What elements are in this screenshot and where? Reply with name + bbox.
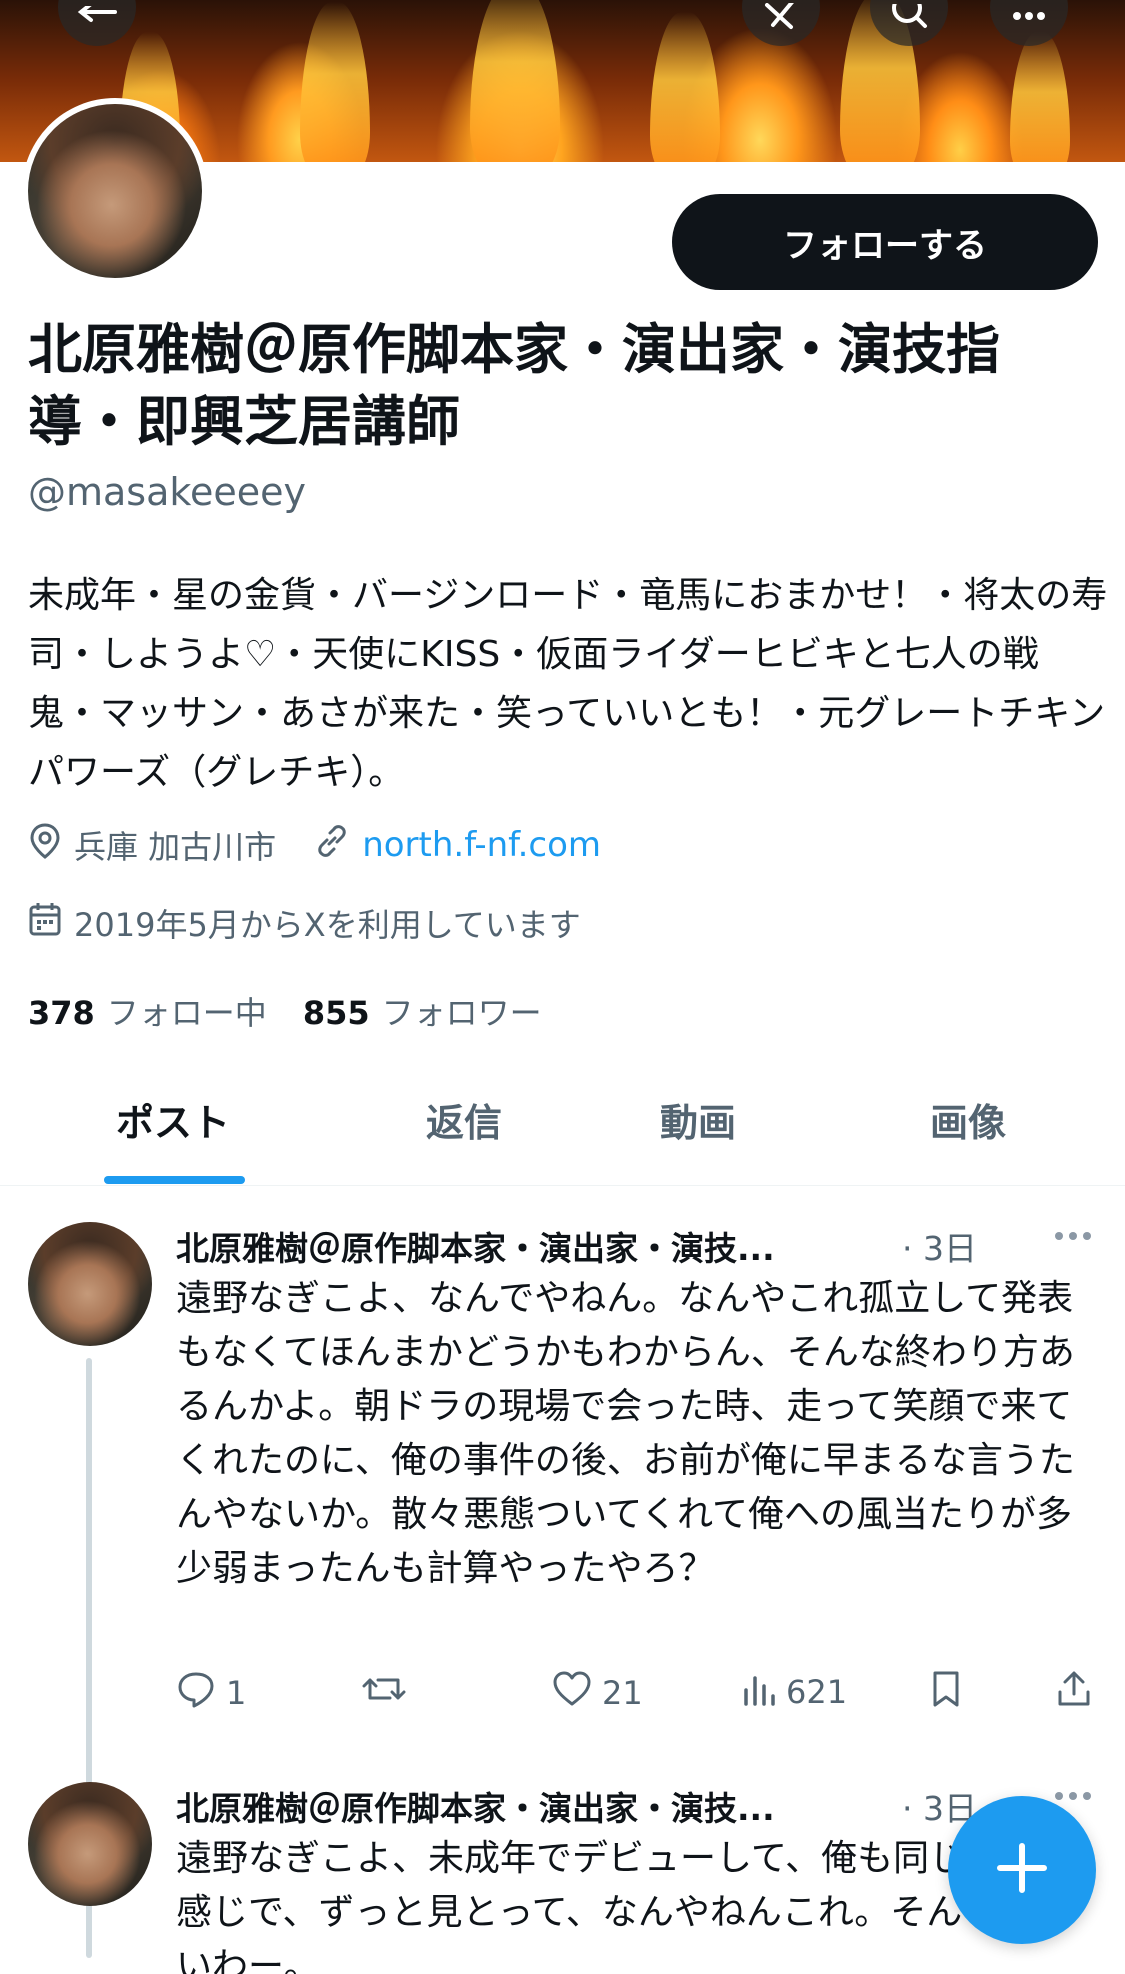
joined-text: 2019年5月からXを利用しています [74,906,581,944]
compose-plus-icon [994,1840,1050,1900]
website-link[interactable]: north.f-nf.com [362,825,601,865]
repost-button[interactable] [362,1670,416,1716]
banner-flame [1010,32,1070,162]
search-icon [889,0,929,36]
views-count: 621 [786,1673,848,1711]
post-author[interactable]: 北原雅樹＠原作脚本家・演出家・演技... [176,1782,892,1830]
location-text: 兵庫 加古川市 [74,828,277,866]
joined-item: 2019年5月からXを利用しています [28,900,581,946]
like-icon [552,1670,602,1716]
joined-row: 2019年5月からXを利用しています [28,900,619,946]
post-avatar[interactable] [28,1222,152,1346]
post-text: 遠野なぎこよ、未成年でデビューして、俺も同じような感じで、ずっと見とって、なんや… [176,1838,1074,1974]
banner-flame [470,0,560,162]
profile-avatar[interactable] [22,98,208,284]
active-tab-indicator [104,1176,245,1184]
post-avatar[interactable] [28,1782,152,1906]
more-icon[interactable] [1051,1226,1095,1250]
back-arrow-icon [77,0,117,34]
post-author[interactable]: 北原雅樹＠原作脚本家・演出家・演技... [176,1222,892,1270]
tab-videos[interactable]: 動画 [660,1092,736,1147]
reply-button[interactable]: 1 [176,1670,246,1716]
following-label: フォロー中 [106,994,267,1032]
more-icon [1009,0,1049,32]
profile-meta-row: 兵庫 加古川市 north.f-nf.com [28,822,639,868]
share-button[interactable] [1056,1670,1102,1716]
location-item: 兵庫 加古川市 [28,822,276,868]
followers-count[interactable]: 855 フォロワー [303,988,542,1034]
website-item[interactable]: north.f-nf.com [314,823,601,867]
grok-button[interactable] [742,0,820,46]
user-handle: @masakeeeey [28,470,307,514]
bookmark-icon [930,1670,972,1716]
post-time[interactable]: · 3日 [902,1222,977,1270]
like-count: 21 [602,1674,643,1712]
post-text: 遠野なぎこよ、なんでやねん。なんやこれ孤立して発表もなくてほんまかどうかもわから… [176,1278,1075,1589]
display-name: 北原雅樹＠原作脚本家・演出家・演技指導・即興芝居講師 [28,318,1000,453]
reply-count: 1 [226,1674,247,1712]
following-count[interactable]: 378 フォロー中 [28,988,267,1034]
post-header: 北原雅樹＠原作脚本家・演出家・演技... · 3日 [176,1222,977,1270]
views-icon [742,1670,786,1714]
share-icon [1056,1670,1102,1716]
followers-number: 855 [302,994,370,1032]
tab-posts[interactable]: ポスト [116,1092,230,1147]
link-icon [314,823,362,867]
post-actions: 1 21 621 [176,1670,1096,1720]
post-header: 北原雅樹＠原作脚本家・演出家・演技... · 3日 [176,1782,977,1830]
back-button[interactable] [58,0,136,46]
post-item[interactable]: 北原雅樹＠原作脚本家・演出家・演技... · 3日 遠野なぎこよ、なんでやねん。… [0,1186,1125,1958]
location-icon [28,822,74,868]
views-button[interactable]: 621 [742,1670,847,1714]
calendar-icon [28,901,74,945]
followers-label: フォロワー [381,994,542,1032]
tab-images[interactable]: 画像 [930,1092,1006,1147]
avatar-image [28,104,202,278]
more-button[interactable] [990,0,1068,46]
profile-tabs: ポスト 返信 動画 画像 [0,1058,1125,1186]
follow-counts: 378 フォロー中 855 フォロワー [28,988,578,1034]
grok-icon [763,0,799,37]
bookmark-button[interactable] [930,1670,972,1716]
like-button[interactable]: 21 [552,1670,643,1716]
banner-flame [300,2,370,162]
repost-icon [362,1670,416,1716]
compose-button[interactable] [948,1796,1096,1944]
banner-flame [650,12,720,162]
tab-replies[interactable]: 返信 [426,1092,502,1147]
reply-icon [176,1670,226,1716]
following-number: 378 [28,994,95,1032]
follow-button[interactable]: フォローする [672,194,1098,290]
profile-bio: 未成年・星の金貨・バージンロード・竜馬におまかせ！・将太の寿司・しようよ♡・天使… [28,575,1108,793]
